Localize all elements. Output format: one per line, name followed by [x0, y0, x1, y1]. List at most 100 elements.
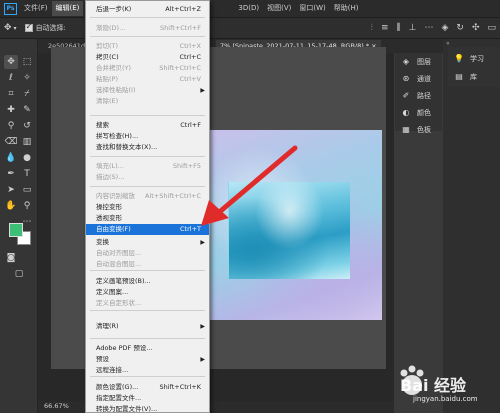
pan-3d-icon[interactable]: ✣: [472, 23, 480, 33]
menu-item-shortcut: Shift+Ctrl+C: [159, 64, 201, 72]
menu-item-label: 自由变换(F): [96, 225, 131, 233]
menu-item-label: 指定配置文件...: [96, 394, 142, 402]
menu-view[interactable]: 视图(V): [263, 1, 295, 16]
panel-color[interactable]: ◐ 颜色: [395, 104, 442, 121]
auto-select-checkbox[interactable]: [24, 22, 33, 32]
edit-menu-item[interactable]: 颜色设置(G)... Shift+Ctrl+K: [86, 382, 209, 393]
zoom-tool-icon[interactable]: ⚲: [20, 199, 34, 213]
history-brush-icon[interactable]: ↺: [20, 119, 34, 133]
menu-file[interactable]: 文件(F): [20, 1, 52, 16]
foreground-color-swatch[interactable]: [9, 223, 23, 237]
shape-tool-icon[interactable]: ▭: [20, 183, 34, 197]
panel-paths[interactable]: ✐ 路径: [395, 87, 442, 104]
move-tool-icon[interactable]: ✥: [4, 55, 18, 69]
edit-menu-item[interactable]: 指定配置文件...: [86, 393, 209, 404]
edit-menu-item[interactable]: 远程连接...: [86, 365, 209, 376]
hand-tool-icon[interactable]: ✋: [4, 199, 18, 213]
photoshop-logo: Ps: [4, 2, 17, 15]
panel-layers[interactable]: ◈ 图层: [395, 53, 442, 70]
distribute-icon[interactable]: ⫼: [396, 23, 400, 33]
menu-item-label: Adobe PDF 预设...: [96, 344, 153, 352]
edit-menu-item: 粘贴(P) Ctrl+V: [86, 74, 209, 85]
edit-menu-item[interactable]: 操控变形: [86, 202, 209, 213]
edit-menu-item[interactable]: 查找和替换文本(X)...: [86, 142, 209, 153]
move-tool-icon[interactable]: ✥: [4, 23, 12, 33]
menu-separator: [90, 186, 205, 187]
healing-brush-icon[interactable]: ✚: [4, 103, 18, 117]
screen-mode-icon[interactable]: ▢: [12, 267, 26, 281]
edit-menu-item[interactable]: 透视变形: [86, 213, 209, 224]
edit-menu-item[interactable]: 预设 ▶: [86, 354, 209, 365]
marquee-tool-icon[interactable]: ⬚: [20, 55, 34, 69]
menu-separator: [90, 338, 205, 339]
blur-tool-icon[interactable]: 💧: [4, 151, 18, 165]
quick-mask-icon[interactable]: ◙: [4, 251, 18, 265]
edit-menu-item[interactable]: 搜索 Ctrl+F: [86, 120, 209, 131]
menu-item-label: 定义图案...: [96, 288, 129, 296]
eyedropper-icon[interactable]: ⌿: [20, 87, 34, 101]
align-center-icon[interactable]: ≡: [381, 23, 389, 33]
collapse-panels-icon[interactable]: «: [446, 40, 450, 47]
edit-menu-dropdown: 后退一步(K) Alt+Ctrl+Z 渐隐(D)... Shift+Ctrl+F 剪切(…: [85, 0, 210, 413]
edit-menu-item: 内容识别缩放 Alt+Shift+Ctrl+C: [86, 191, 209, 202]
zoom-level[interactable]: 66.67%: [44, 402, 69, 410]
menu-help[interactable]: 帮助(H): [330, 1, 363, 16]
3d-mode-icon[interactable]: ◈: [441, 23, 448, 33]
menu-window[interactable]: 窗口(W): [295, 1, 329, 16]
edit-menu-item: 清除(E): [86, 96, 209, 107]
gradient-tool-icon[interactable]: ▥: [20, 135, 34, 149]
menu-item-shortcut: Ctrl+V: [179, 75, 201, 83]
chevron-down-icon[interactable]: ▾: [14, 25, 17, 32]
rotate-3d-icon[interactable]: ↻: [456, 23, 464, 33]
menu-edit[interactable]: 编辑(E): [51, 1, 84, 16]
edit-menu-item[interactable]: 拷贝(C) Ctrl+C: [86, 52, 209, 63]
brush-tool-icon[interactable]: ✎: [20, 103, 34, 117]
arrow-head: [201, 200, 229, 226]
menu-separator: [90, 270, 205, 271]
menu-item-label: 选择性粘贴(I): [96, 86, 136, 94]
menu-separator: [90, 376, 205, 377]
watermark-text: Bai 经验: [400, 376, 467, 395]
menu-item-shortcut: Ctrl+F: [180, 121, 201, 129]
edit-menu-item[interactable]: 定义画笔预设(B)...: [86, 276, 209, 287]
menu-item-label: 拼写检查(H)...: [96, 132, 139, 140]
align-bottom-icon[interactable]: ⊥: [409, 23, 417, 33]
edit-menu-item: 剪切(T) Ctrl+X: [86, 41, 209, 52]
menu-item-label: 合并拷贝(Y): [96, 64, 132, 72]
edit-menu-item[interactable]: 转换为配置文件(V)...: [86, 404, 209, 413]
clone-stamp-icon[interactable]: ⚲: [4, 119, 18, 133]
layers-icon: ◈: [402, 57, 410, 66]
lasso-tool-icon[interactable]: ℓ: [4, 71, 18, 85]
path-select-icon[interactable]: ➤: [4, 183, 18, 197]
edit-menu-item[interactable]: 拼写检查(H)...: [86, 131, 209, 142]
align-icon[interactable]: ⫶: [371, 23, 373, 33]
panel-libraries[interactable]: ▤ 库: [448, 68, 500, 85]
menu-item-label: 粘贴(P): [96, 75, 118, 83]
eraser-tool-icon[interactable]: ⌫: [4, 135, 18, 149]
crop-tool-icon[interactable]: ⌗: [4, 87, 18, 101]
panel-learn[interactable]: 💡 学习: [448, 50, 500, 67]
menu-item-label: 后退一步(K): [96, 5, 132, 13]
panel-channels[interactable]: ⊛ 通道: [395, 70, 442, 87]
edit-menu-item[interactable]: 变换 ▶: [86, 237, 209, 248]
type-tool-icon[interactable]: T: [20, 167, 34, 181]
dodge-tool-icon[interactable]: ●: [20, 151, 34, 165]
edit-menu-item[interactable]: 自由变换(F) Ctrl+T: [86, 224, 209, 235]
menu-item-label: 自动混合图层...: [96, 260, 142, 268]
video-icon[interactable]: ▭: [487, 23, 496, 33]
edit-menu-item[interactable]: 定义图案...: [86, 287, 209, 298]
menu-item-label: 搜索: [96, 121, 109, 129]
menu-3d[interactable]: 3D(D): [234, 1, 263, 16]
magic-wand-icon[interactable]: ✧: [20, 71, 34, 85]
menu-item-label: 转换为配置文件(V)...: [96, 405, 158, 413]
panel-swatches[interactable]: ▦ 色板: [395, 121, 442, 138]
edit-menu-item: 定义自定形状...: [86, 298, 209, 309]
menu-item-label: 变换: [96, 238, 109, 246]
edit-menu-item[interactable]: Adobe PDF 预设...: [86, 343, 209, 354]
edit-menu-item[interactable]: 清理(R) ▶: [86, 321, 209, 332]
more-options-icon[interactable]: ⋯: [424, 23, 433, 33]
menu-item-label: 内容识别缩放: [96, 192, 135, 200]
submenu-arrow-icon: ▶: [200, 323, 205, 330]
edit-menu-item[interactable]: 后退一步(K) Alt+Ctrl+Z: [86, 4, 209, 15]
pen-tool-icon[interactable]: ✒: [4, 167, 18, 181]
